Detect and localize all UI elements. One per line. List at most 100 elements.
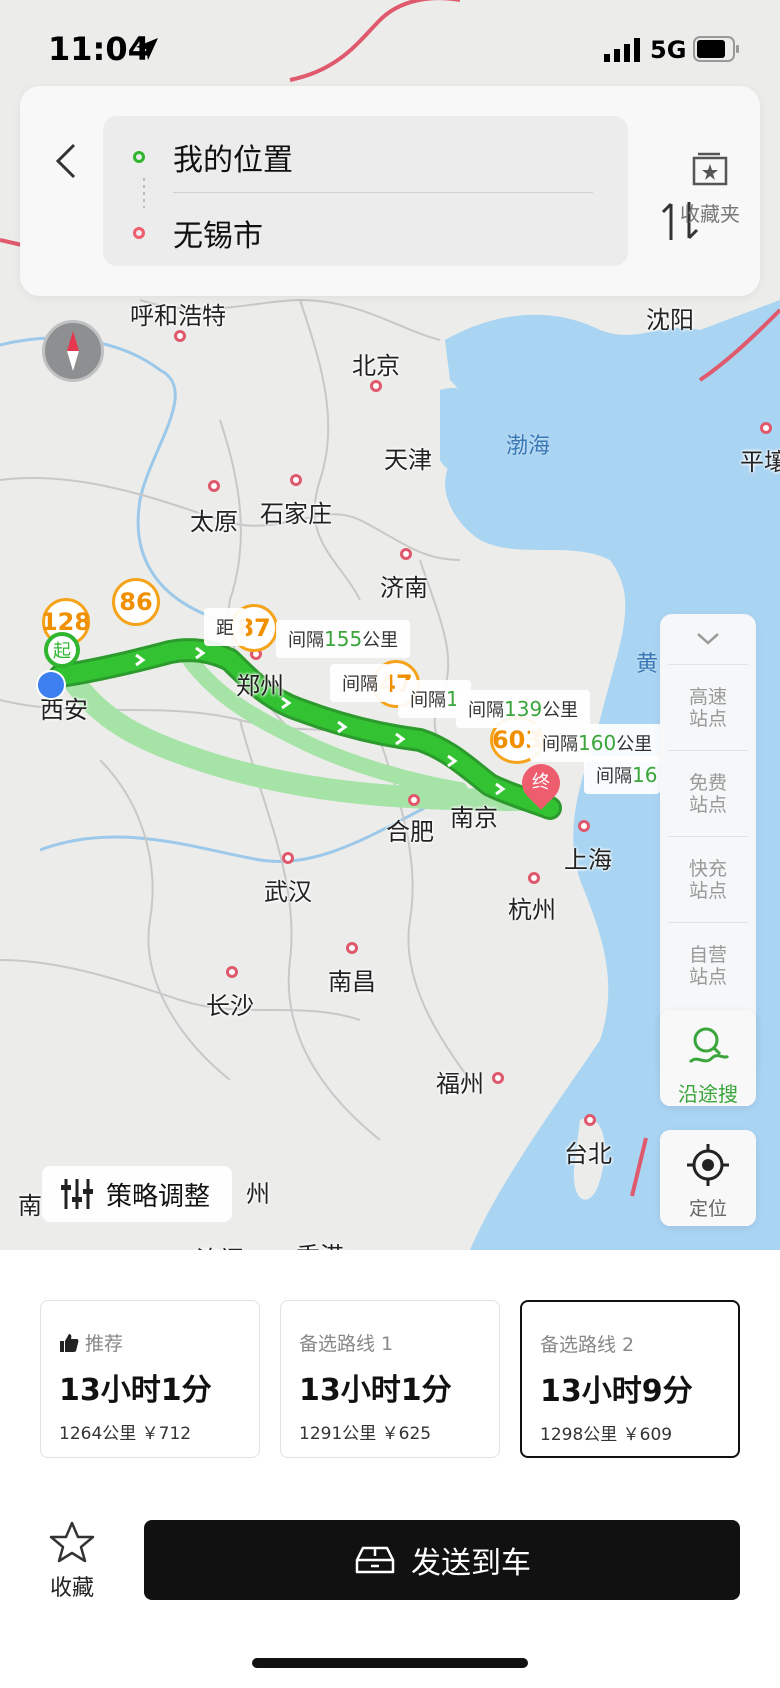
route-option-tag: 备选路线 2 <box>540 1334 635 1356</box>
city-label: 武汉 <box>264 852 312 907</box>
favorites-folder-button[interactable]: 收藏夹 <box>660 152 760 227</box>
destination-field[interactable]: 无锡市 <box>103 198 628 268</box>
strategy-adjust-button[interactable]: 策略调整 <box>42 1166 233 1222</box>
home-indicator[interactable] <box>252 1658 528 1668</box>
route-option-tag: 备选路线 1 <box>299 1333 394 1355</box>
interval-label: 间隔 155 公里 <box>276 620 411 658</box>
city-label: 太原 <box>190 480 238 537</box>
route-option-alt-2[interactable]: 备选路线 2 13小时9分 1298公里 ￥609 <box>520 1300 740 1458</box>
search-along-route-label: 沿途搜 <box>678 1082 738 1106</box>
chevron-down-icon <box>697 633 719 645</box>
phone-screen: 呼和浩特 北京 天津 沈阳 太原 石家庄 济南 西安 郑州 合肥 南京 上海 武… <box>0 0 780 1688</box>
sea-label: 黄 <box>636 652 659 677</box>
free-stations-toggle[interactable]: 免费 站点 <box>668 750 748 836</box>
compass-icon <box>67 331 79 371</box>
back-button[interactable] <box>40 126 90 196</box>
distance-label: 距 <box>204 608 246 646</box>
search-along-route-button[interactable]: 沿途搜 <box>660 1010 756 1106</box>
city-label: 石家庄 <box>260 474 332 529</box>
yellow-river <box>0 336 221 622</box>
route-option-recommended[interactable]: 推荐 13小时1分 1264公里 ￥712 <box>40 1300 260 1458</box>
city-label: 沈阳 <box>646 306 694 334</box>
fast-charge-stations-toggle[interactable]: 快充 站点 <box>668 836 748 922</box>
crosshair-icon <box>687 1144 729 1186</box>
search-route-icon <box>688 1027 730 1064</box>
city-label: 香港 <box>296 1236 344 1250</box>
route-distance: 1264公里 <box>59 1424 137 1444</box>
route-meta: 1291公里 ￥625 <box>299 1419 431 1444</box>
route-option-alt-1[interactable]: 备选路线 1 13小时1分 1291公里 ￥625 <box>280 1300 500 1458</box>
route-cost: ￥625 <box>381 1424 432 1444</box>
city-label: 上海 <box>564 820 612 875</box>
network-type: 5G <box>650 36 687 64</box>
city-label: 台北 <box>564 1114 612 1169</box>
compass-button[interactable] <box>42 320 104 382</box>
route-duration: 13小时1分 <box>59 1373 212 1408</box>
strategy-adjust-label: 策略调整 <box>106 1181 211 1212</box>
sliders-icon <box>61 1179 93 1209</box>
end-marker-label: 终 <box>532 772 550 793</box>
highway-shield[interactable]: 86 <box>112 578 160 626</box>
locate-label: 定位 <box>688 1198 727 1220</box>
city-label: 杭州 <box>508 872 556 925</box>
fast-charge-label: 快充 站点 <box>688 857 727 902</box>
highway-stations-toggle[interactable]: 高速 站点 <box>668 664 748 750</box>
location-arrow-icon <box>136 38 158 60</box>
start-marker-label: 起 <box>53 641 71 662</box>
city-label: 南京 <box>450 804 498 832</box>
route-inputs: 我的位置 无锡市 <box>103 116 699 268</box>
route-distance: 1291公里 <box>299 1424 377 1444</box>
origin-dot-icon <box>133 151 145 163</box>
city-label: 北京 <box>352 346 400 392</box>
end-marker[interactable]: 终 <box>514 756 568 810</box>
route-search-card: 我的位置 无锡市 收藏夹 <box>20 86 760 296</box>
favorite-label: 收藏 <box>49 1576 94 1601</box>
car-icon <box>355 1546 395 1574</box>
city-label: 济南 <box>380 548 428 603</box>
locate-button[interactable]: 定位 <box>660 1130 756 1226</box>
folder-star-icon <box>692 152 728 186</box>
collapse-button[interactable] <box>660 614 756 664</box>
chevron-left-icon <box>55 143 76 179</box>
city-label: 福州 <box>436 1064 504 1099</box>
route-duration: 13小时1分 <box>299 1373 452 1408</box>
signal-icon <box>604 38 640 62</box>
origin-field[interactable]: 我的位置 <box>103 122 628 192</box>
self-operated-stations-toggle[interactable]: 自营 站点 <box>668 922 748 1008</box>
origin-text: 我的位置 <box>173 143 293 178</box>
favorite-button[interactable]: 收藏 <box>32 1520 112 1602</box>
route-option-tag: 推荐 <box>59 1329 123 1356</box>
route-options-sheet: 推荐 13小时1分 1264公里 ￥712 备选路线 1 13小时1分 1291… <box>0 1250 780 1688</box>
battery-icon <box>693 36 739 62</box>
city-label: 平壤 <box>740 422 780 477</box>
start-marker[interactable]: 起 <box>44 632 80 668</box>
city-label: 南 <box>18 1192 42 1220</box>
interval-label: 间隔 <box>330 664 390 702</box>
free-stations-label: 免费 站点 <box>688 771 727 816</box>
send-to-car-button[interactable]: 发送到车 <box>144 1520 740 1600</box>
city-label: 澳门 <box>196 1240 244 1250</box>
city-label: 天津 <box>384 446 432 474</box>
sea-label: 渤海 <box>506 434 551 459</box>
thumbs-up-icon <box>60 1333 79 1352</box>
status-bar: 11:04 5G <box>0 0 780 100</box>
interval-label: 间隔 16 <box>584 756 660 794</box>
city-label: 呼和浩特 <box>130 296 226 342</box>
city-label: 郑州 <box>236 648 284 701</box>
city-label: 长沙 <box>206 966 254 1021</box>
inputs-divider <box>173 192 593 193</box>
route-cost: ￥609 <box>622 1425 673 1445</box>
route-meta: 1298公里 ￥609 <box>540 1420 672 1445</box>
city-label: 南昌 <box>328 942 376 997</box>
route-duration: 13小时9分 <box>540 1374 693 1409</box>
city-label: 合肥 <box>386 794 434 847</box>
highway-stations-label: 高速 站点 <box>688 685 727 730</box>
destination-dot-icon <box>133 227 145 239</box>
current-location-dot <box>36 670 66 700</box>
route-distance: 1298公里 <box>540 1425 618 1445</box>
self-operated-label: 自营 站点 <box>688 943 727 988</box>
route-meta: 1264公里 ￥712 <box>59 1419 191 1444</box>
route-cost: ￥712 <box>141 1424 192 1444</box>
star-icon <box>49 1521 95 1563</box>
destination-text: 无锡市 <box>173 219 263 254</box>
